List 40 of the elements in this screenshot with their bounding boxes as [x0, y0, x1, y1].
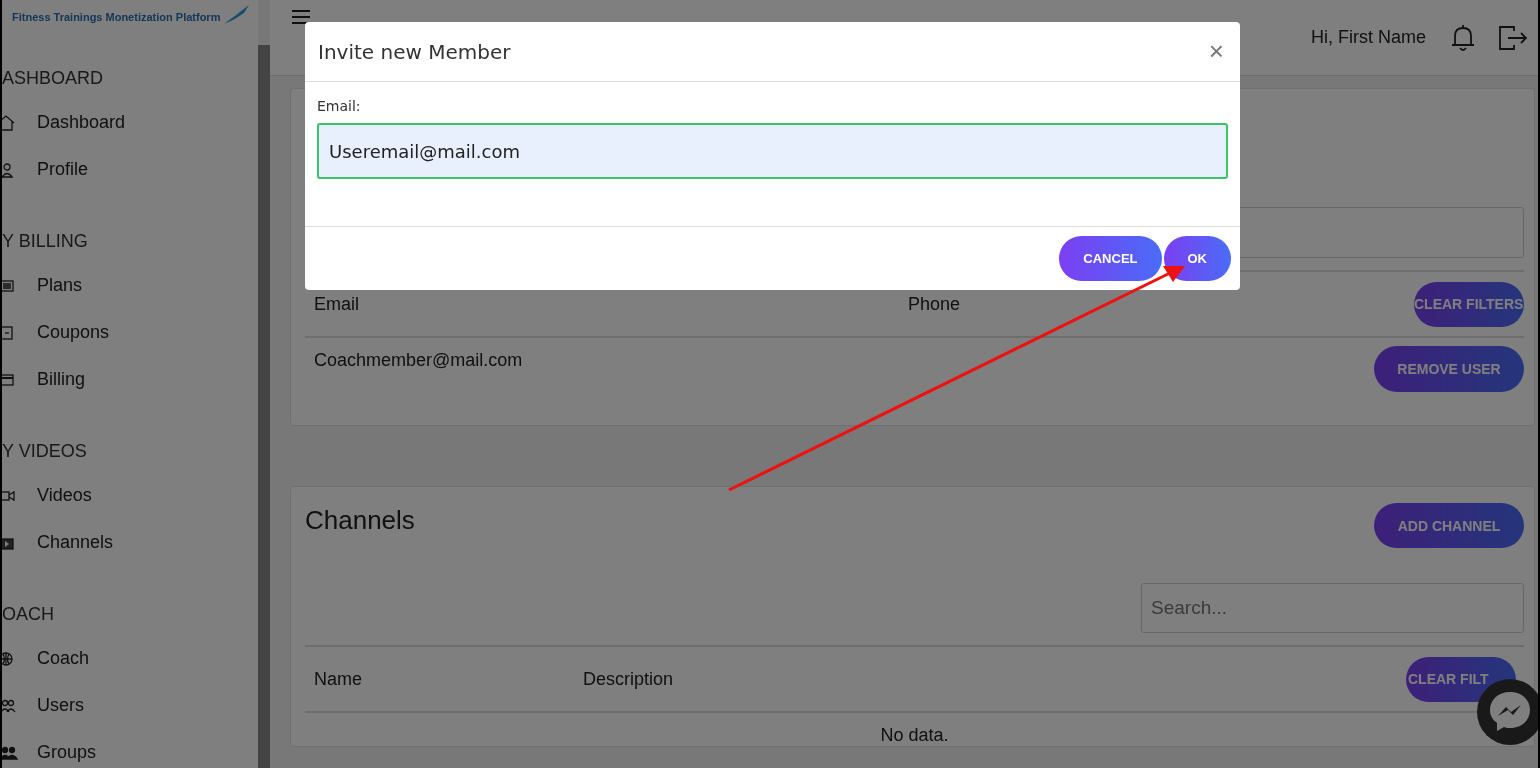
menu-icon[interactable] [292, 8, 310, 25]
nav-item[interactable]: Channels [2, 519, 258, 566]
search-field[interactable]: Search... [1141, 583, 1524, 633]
field-label: Email: [317, 98, 362, 114]
greeting-text: Hi, First Name [1311, 27, 1426, 48]
nav-item[interactable]: Dashboard [2, 99, 258, 146]
section-heading: Y VIDEOS [2, 441, 88, 462]
search-field[interactable] [1237, 207, 1524, 258]
section-heading: ASHBOARD [2, 68, 105, 89]
column-header: Name [313, 668, 363, 690]
column-header: Description [583, 668, 675, 690]
email-field[interactable]: Useremail@mail.com [317, 123, 1228, 179]
group-icon [2, 744, 18, 761]
nav-item[interactable]: Coupons [2, 309, 258, 356]
scrollbar[interactable] [258, 45, 270, 768]
people-icon [2, 697, 18, 714]
nav-item[interactable]: Videos [2, 472, 258, 519]
column-header: Email [313, 293, 360, 315]
nav-item[interactable]: Profile [2, 146, 258, 193]
nav-item[interactable]: Users [2, 682, 258, 729]
logout-icon[interactable] [1498, 24, 1528, 51]
nav-item[interactable]: Billing [2, 356, 258, 403]
bell-icon[interactable] [1450, 23, 1476, 52]
nav-item[interactable]: Coach [2, 635, 258, 682]
logo-text: Fitness Trainings Monetization Platform [12, 11, 221, 25]
card-title: Channels [305, 504, 415, 536]
remove-user-button[interactable]: REMOVE USER [1374, 346, 1524, 392]
dialog-title: Invite new Member [318, 39, 511, 64]
add-channel-button[interactable]: ADD CHANNEL [1374, 503, 1524, 548]
table-cell-text: Coachmember@mail.com [313, 350, 524, 371]
dialog-button[interactable]: OK [1163, 236, 1231, 281]
empty-message: No data. [879, 724, 950, 746]
section-heading: OACH [2, 604, 55, 625]
clear-filters-button[interactable]: CLEAR FILTERS [1414, 281, 1524, 327]
section-heading: Y BILLING [2, 231, 89, 252]
dialog-button[interactable]: CANCEL [1059, 236, 1162, 281]
column-header: Phone [908, 293, 962, 315]
nav-item[interactable]: Groups [2, 729, 258, 768]
nav-item[interactable]: Plans [2, 262, 258, 309]
close-button[interactable]: × [1206, 36, 1226, 67]
